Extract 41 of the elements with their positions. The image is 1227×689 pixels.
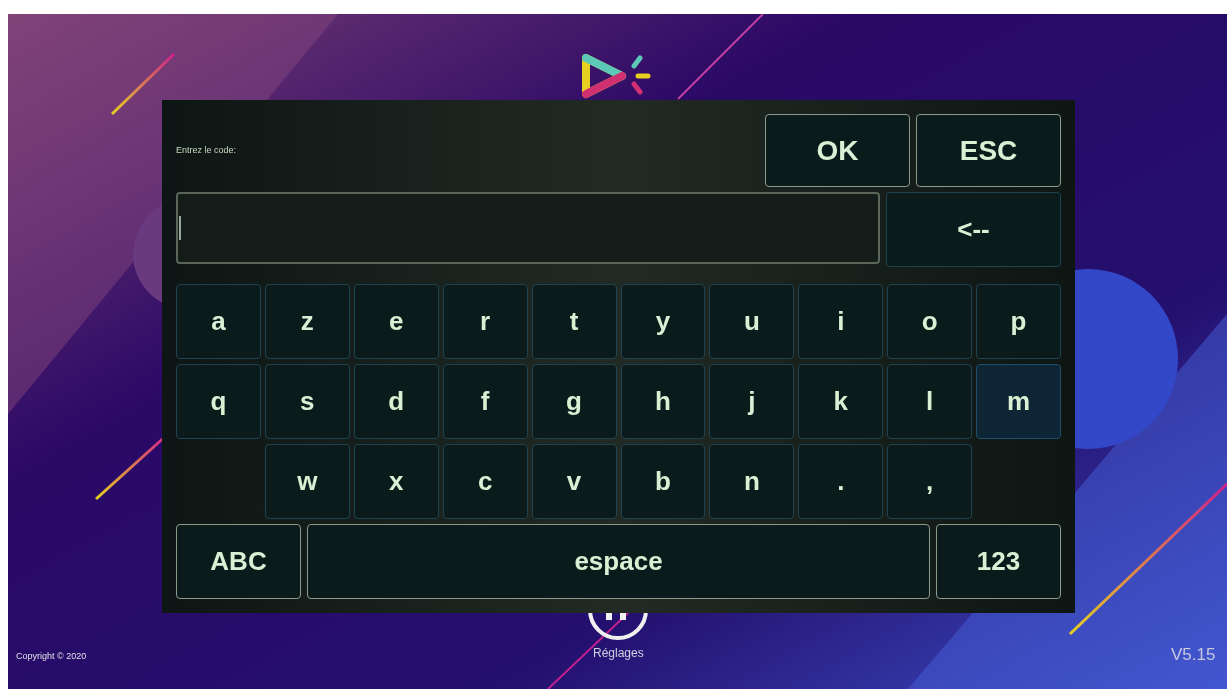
keyboard-key[interactable]: d (353, 364, 439, 439)
keyboard-key[interactable]: b (620, 444, 706, 519)
keyboard-key[interactable]: z (264, 284, 350, 359)
keyboard-key[interactable]: y (620, 284, 706, 359)
copyright-text: Copyright © 2020 (16, 650, 87, 663)
action-button[interactable]: OK (765, 114, 910, 187)
keyboard-key[interactable]: p (976, 284, 1061, 359)
keyboard-key[interactable]: r (442, 284, 528, 359)
keyboard-key[interactable]: c (442, 444, 528, 519)
keyboard-key[interactable]: j (709, 364, 795, 439)
keyboard-key[interactable]: q (176, 364, 261, 439)
prompt-label: Entrez le code: (176, 143, 237, 157)
keyboard-key[interactable]: g (531, 364, 617, 439)
keyboard-key[interactable]: i (798, 284, 884, 359)
keyboard-key[interactable]: k (798, 364, 884, 439)
keyboard-key[interactable]: a (176, 284, 261, 359)
keyboard-key[interactable]: e (353, 284, 439, 359)
keyboard-key[interactable]: <-- (886, 192, 1061, 267)
keyboard-key[interactable]: h (620, 364, 706, 439)
keyboard-key[interactable]: l (887, 364, 973, 439)
action-button[interactable]: ESC (916, 114, 1061, 187)
keyboard-key[interactable]: , (887, 444, 973, 519)
keyboard-key[interactable]: v (531, 444, 617, 519)
keyboard-key[interactable]: n (709, 444, 795, 519)
version-text: V5.15 (1171, 644, 1216, 666)
keyboard-key[interactable]: ABC (176, 524, 301, 599)
keyboard-key[interactable]: m (976, 364, 1061, 439)
keyboard-key[interactable]: t (531, 284, 617, 359)
keyboard-key[interactable]: 123 (936, 524, 1061, 599)
keyboard-key[interactable]: o (887, 284, 973, 359)
keyboard-key[interactable]: s (264, 364, 350, 439)
keyboard-key[interactable]: espace (307, 524, 930, 599)
keyboard-key[interactable]: w (264, 444, 350, 519)
keyboard-key[interactable]: x (353, 444, 439, 519)
settings-label: Réglages (593, 645, 644, 662)
keyboard-key[interactable]: u (709, 284, 795, 359)
keyboard-key[interactable]: . (798, 444, 884, 519)
code-input-field[interactable] (176, 192, 880, 264)
accent-line (110, 52, 176, 116)
text-caret (179, 216, 181, 240)
keyboard-key[interactable]: f (442, 364, 528, 439)
